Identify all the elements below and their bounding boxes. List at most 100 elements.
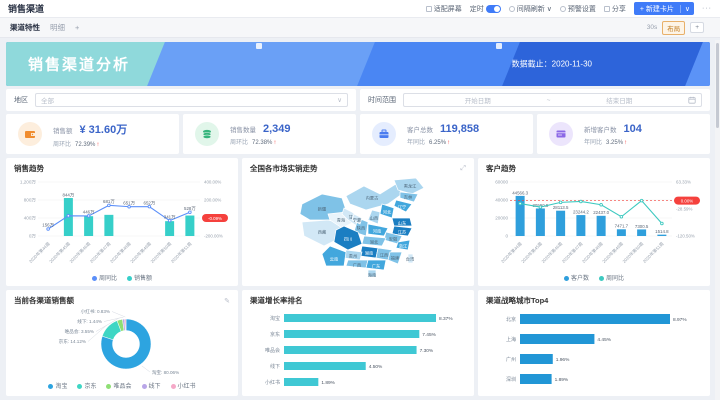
y-axis-tick: 400万 [24, 216, 37, 222]
toggle-on-icon[interactable] [486, 5, 501, 13]
refresh-icon [509, 6, 515, 12]
tab-channel-feature[interactable]: 渠道特性 [10, 22, 40, 33]
hbar-深圳[interactable] [520, 374, 552, 384]
data-point[interactable] [600, 203, 603, 206]
middle-chart-row: 销售趋势 1,200万800万400万0万400.00%200.00%0.00%… [6, 158, 710, 286]
sales-trend-chart[interactable]: 1,200万800万400万0万400.00%200.00%0.00%-200.… [14, 174, 230, 273]
chart-legend[interactable]: 淘宝 京东 唯品会 线下 小红书 [14, 381, 230, 390]
date-range-picker[interactable]: 开始日期 ~ 结束日期 [403, 93, 702, 107]
chart-legend[interactable]: 客户数 周同比 [486, 273, 702, 282]
hbar-上海[interactable] [520, 334, 594, 344]
bar-label: 1514.8 [655, 229, 669, 234]
map-region-label: 山东 [398, 220, 406, 227]
hbar-value: 4.45% [597, 337, 611, 343]
map-region-label: 青海 [337, 217, 346, 224]
data-point[interactable] [168, 219, 171, 222]
new-card-caret-icon[interactable]: ∨ [680, 5, 694, 13]
hbar-广州[interactable] [520, 354, 553, 364]
trend-up-icon: ↑ [447, 140, 450, 146]
region-select[interactable]: 全部 ∨ [35, 93, 348, 107]
kpi-label: 销售数量 [230, 124, 256, 134]
legend-item[interactable]: 小红书 [171, 381, 196, 390]
data-point[interactable] [661, 222, 664, 225]
expand-icon[interactable]: ⤢ [460, 165, 466, 173]
data-point[interactable] [128, 205, 131, 208]
chart-title: 客户趋势 [486, 163, 516, 174]
legend-item[interactable]: 唯品会 [106, 381, 131, 390]
trend-up-icon: ↑ [273, 140, 276, 146]
bar-label: 28113.5 [553, 205, 569, 210]
tab-detail[interactable]: 明细 [50, 22, 65, 33]
hbar-category: 唯品会 [265, 347, 280, 354]
kpi-new-customers[interactable]: 新增客户数104 年同比3.25%↑ [537, 114, 710, 154]
drag-handle-icon[interactable] [256, 43, 262, 49]
data-point[interactable] [559, 201, 562, 204]
legend-item[interactable]: 周同比 [599, 273, 624, 282]
data-point[interactable] [539, 206, 542, 209]
more-button[interactable]: ··· [702, 5, 712, 12]
data-point[interactable] [108, 204, 111, 207]
page-scrollbar[interactable] [715, 40, 720, 400]
map-region-label: 湖南 [365, 250, 373, 257]
hbar-淘宝[interactable] [284, 314, 436, 322]
city-top4-chart[interactable]: 北京8.97%上海4.45%广州1.96%深圳1.89% [486, 306, 702, 394]
data-point[interactable] [580, 200, 583, 203]
china-map-card: 全国各市场实销走势⤢ 新疆西藏青海甘肃内蒙古黑龙江吉林辽宁河北山西山东陕西河南江… [242, 158, 474, 286]
edit-icon[interactable]: ✎ [224, 297, 230, 305]
y2-axis-tick: 200.00% [204, 198, 221, 203]
hbar-value: 1.89% [555, 377, 569, 383]
legend-item[interactable]: 销售额 [127, 273, 152, 282]
legend-item[interactable]: 客户数 [564, 273, 589, 282]
x-axis-tick: 2020年第51周 [169, 240, 193, 264]
map-region-label: 广西 [353, 262, 361, 269]
data-point[interactable] [148, 205, 151, 208]
alert-settings-button[interactable]: 预警设置 [560, 4, 596, 14]
new-card-button[interactable]: + 新建卡片∨ [634, 2, 694, 15]
timer-switch[interactable]: 定时 [470, 4, 501, 14]
wallet-icon [18, 122, 42, 146]
hbar-唯品会[interactable] [284, 346, 417, 354]
chart-legend[interactable]: 周同比 销售额 [14, 273, 230, 282]
date-label: 时间范围 [368, 95, 396, 105]
kpi-sub-label: 年同比 [584, 140, 602, 146]
map-region-label: 西藏 [318, 229, 327, 236]
data-point[interactable] [519, 202, 522, 205]
add-tab-button[interactable]: + [75, 23, 79, 32]
hbar-category: 北京 [506, 316, 516, 323]
scrollbar-thumb[interactable] [716, 43, 719, 128]
start-date-field[interactable]: 开始日期 [409, 95, 547, 105]
customer-trend-chart[interactable]: 600004000020000063.33%-28.59%-120.50%445… [486, 174, 702, 273]
share-icon [604, 6, 610, 12]
hbar-value: 4.50% [369, 364, 383, 370]
hbar-北京[interactable] [520, 314, 670, 324]
hbar-小红书[interactable] [284, 378, 318, 386]
legend-item[interactable]: 周同比 [92, 273, 117, 282]
data-point[interactable] [67, 214, 70, 217]
data-point[interactable] [640, 199, 643, 202]
badge-label: 0.00% [681, 198, 694, 203]
china-map-chart[interactable]: 新疆西藏青海甘肃内蒙古黑龙江吉林辽宁河北山西山东陕西河南江苏安徽湖北四川浙江湖南… [250, 174, 470, 281]
data-point[interactable] [47, 228, 50, 231]
zoom-add-button[interactable]: + [690, 22, 704, 33]
refresh-interval-button[interactable]: 间隔刷新∨ [509, 4, 552, 14]
bar [84, 216, 93, 236]
data-point[interactable] [87, 215, 90, 218]
channel-growth-chart[interactable]: 淘宝8.37%京东7.45%唯品会7.30%线下4.50%小红书1.89% [250, 306, 470, 394]
legend-item[interactable]: 淘宝 [48, 381, 67, 390]
end-date-field[interactable]: 结束日期 [550, 95, 688, 105]
legend-item[interactable]: 线下 [142, 381, 161, 390]
data-point[interactable] [620, 215, 623, 218]
share-button[interactable]: 分享 [604, 4, 626, 14]
legend-item[interactable]: 京东 [77, 381, 96, 390]
fit-screen-button[interactable]: 适配屏幕 [426, 4, 462, 14]
hbar-京东[interactable] [284, 330, 419, 338]
data-point[interactable] [189, 211, 192, 214]
map-region-label: 江西 [380, 252, 388, 259]
drag-handle-icon[interactable] [496, 43, 502, 49]
kpi-customer-total[interactable]: 客户总数119,858 年同比6.25%↑ [360, 114, 533, 154]
hbar-线下[interactable] [284, 362, 366, 370]
kpi-sales-quantity[interactable]: 销售数量2,349 周环比72.38%↑ [183, 114, 356, 154]
layout-button[interactable]: 布局 [662, 21, 685, 35]
channel-share-chart[interactable]: 小红书: 0.83%线下: 1.44%唯品会: 3.55%京东: 14.12%淘… [14, 306, 230, 381]
kpi-sales-amount[interactable]: 销售额¥ 31.60万 周环比72.39%↑ [6, 114, 179, 154]
